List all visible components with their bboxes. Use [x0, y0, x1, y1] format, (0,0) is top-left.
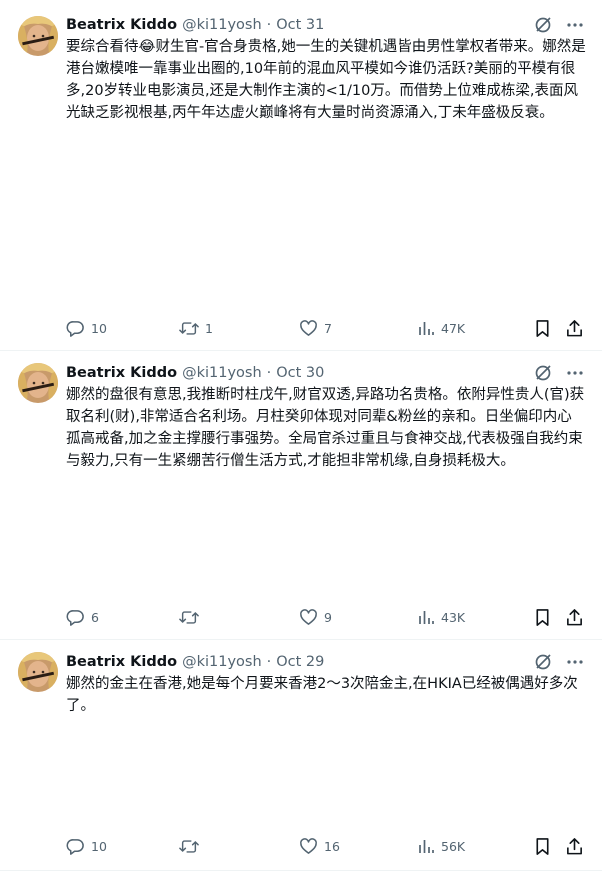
heart-icon [299, 837, 318, 856]
heart-icon [299, 319, 318, 338]
tweet-top-actions [534, 16, 584, 34]
tweet-date[interactable]: Oct 29 [276, 654, 324, 670]
tweet-text: 娜然的盘很有意思,我推断时柱戊午,财官双透,异路功名贵格。依附异性贵人(官)获取… [66, 387, 585, 469]
grok-slash-icon[interactable] [534, 653, 552, 671]
grok-slash-icon[interactable] [534, 364, 552, 382]
views-button[interactable]: 43K [417, 607, 465, 627]
author-name[interactable]: Beatrix Kiddo [66, 17, 177, 33]
tweet-text: 娜然的金主在香港,她是每个月要来香港2～3次陪金主,在HKIA已经被偶遇好多次了… [66, 676, 578, 714]
avatar[interactable] [18, 16, 58, 56]
author-name[interactable]: Beatrix Kiddo [66, 365, 177, 381]
tweet-actions: 6 9 43K [66, 607, 586, 627]
like-count: 9 [324, 609, 332, 625]
avatar[interactable] [18, 363, 58, 403]
reply-icon [66, 837, 85, 856]
bookmark-button[interactable] [534, 607, 551, 627]
author-handle[interactable]: @ki11yosh [182, 365, 262, 381]
heart-icon [299, 608, 318, 627]
views-bar-icon [417, 837, 435, 855]
repost-icon [179, 837, 199, 856]
reply-icon [66, 608, 85, 627]
views-count: 43K [441, 609, 466, 625]
tweet-card[interactable]: Beatrix Kiddo @ki11yosh · Oct 30 娜然的盘很有意… [0, 351, 602, 640]
author-handle[interactable]: @ki11yosh [182, 654, 262, 670]
repost-icon [179, 319, 199, 338]
views-count: 47K [441, 320, 466, 336]
tweet-actions: 10 1 7 47K [66, 318, 586, 338]
tweet-actions: 10 16 56K [66, 836, 586, 856]
views-bar-icon [417, 608, 435, 626]
separator-dot: · [266, 17, 272, 33]
reply-button[interactable]: 10 [66, 318, 107, 338]
reply-icon [66, 319, 85, 338]
timeline-feed: Beatrix Kiddo @ki11yosh · Oct 31 要综合看待😂财… [0, 0, 602, 871]
more-dots-icon[interactable] [566, 16, 584, 34]
reply-count: 10 [91, 320, 107, 336]
repost-button[interactable] [179, 607, 205, 627]
repost-count: 1 [205, 320, 213, 336]
share-icon [565, 837, 584, 856]
tweet-top-actions [534, 653, 584, 671]
author-name[interactable]: Beatrix Kiddo [66, 654, 177, 670]
bookmark-icon [534, 608, 551, 627]
more-dots-icon[interactable] [566, 653, 584, 671]
repost-icon [179, 608, 199, 627]
author-handle[interactable]: @ki11yosh [182, 17, 262, 33]
reply-button[interactable]: 6 [66, 607, 99, 627]
tweet-card[interactable]: Beatrix Kiddo @ki11yosh · Oct 29 娜然的金主在香… [0, 640, 602, 871]
views-count: 56K [441, 838, 466, 854]
repost-button[interactable] [179, 836, 205, 856]
tweet-header: Beatrix Kiddo @ki11yosh · Oct 30 [66, 363, 324, 383]
like-button[interactable]: 7 [299, 318, 332, 338]
tweet-header: Beatrix Kiddo @ki11yosh · Oct 31 [66, 15, 324, 35]
share-button[interactable] [565, 318, 584, 338]
tweet-top-actions [534, 364, 584, 382]
avatar[interactable] [18, 652, 58, 692]
bookmark-button[interactable] [534, 318, 551, 338]
tweet-header: Beatrix Kiddo @ki11yosh · Oct 29 [66, 652, 324, 672]
views-button[interactable]: 47K [417, 318, 465, 338]
like-count: 16 [324, 838, 340, 854]
like-button[interactable]: 16 [299, 836, 340, 856]
share-icon [565, 608, 584, 627]
share-icon [565, 319, 584, 338]
grok-slash-icon[interactable] [534, 16, 552, 34]
like-button[interactable]: 9 [299, 607, 332, 627]
repost-button[interactable]: 1 [179, 318, 213, 338]
views-button[interactable]: 56K [417, 836, 465, 856]
reply-count: 6 [91, 609, 99, 625]
like-count: 7 [324, 320, 332, 336]
views-bar-icon [417, 319, 435, 337]
separator-dot: · [266, 654, 272, 670]
reply-count: 10 [91, 838, 107, 854]
bookmark-icon [534, 837, 551, 856]
tweet-card[interactable]: Beatrix Kiddo @ki11yosh · Oct 31 要综合看待😂财… [0, 0, 602, 351]
tweet-date[interactable]: Oct 31 [276, 17, 324, 33]
separator-dot: · [266, 365, 272, 381]
reply-button[interactable]: 10 [66, 836, 107, 856]
tweet-date[interactable]: Oct 30 [276, 365, 324, 381]
bookmark-icon [534, 319, 551, 338]
tweet-text: 要综合看待😂财生官-官合身贵格,她一生的关键机遇皆由男性掌权者带来。娜然是港台嫩… [66, 39, 586, 121]
share-button[interactable] [565, 607, 584, 627]
more-dots-icon[interactable] [566, 364, 584, 382]
share-button[interactable] [565, 836, 584, 856]
bookmark-button[interactable] [534, 836, 551, 856]
